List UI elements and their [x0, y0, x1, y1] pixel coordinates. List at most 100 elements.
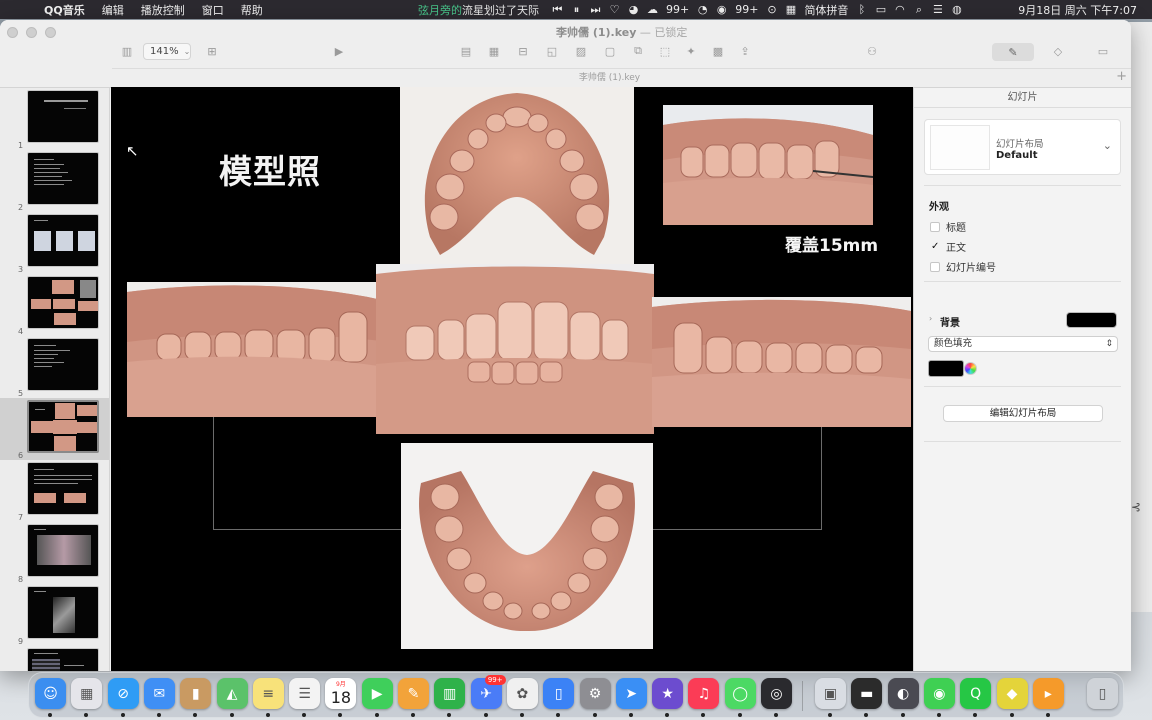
edit-slide-layout-button[interactable]: 编辑幻灯片布局 [943, 405, 1103, 422]
heart-icon[interactable]: ♡ [609, 3, 620, 16]
close-window-button[interactable] [7, 27, 18, 38]
qq-icon[interactable]: ◕ [628, 3, 639, 16]
share-icon[interactable]: ⇪ [738, 43, 752, 59]
keynote-icon[interactable]: ▯ [543, 678, 575, 717]
document-icon[interactable]: ▩ [711, 43, 725, 59]
facetime-icon[interactable]: ▶ [361, 678, 393, 717]
minimize-window-button[interactable] [26, 27, 37, 38]
control-center-icon[interactable]: ☰ [932, 3, 943, 16]
search-icon[interactable]: ⌕ [913, 3, 924, 17]
menu-clock[interactable]: 9月18日 周六 下午7:07 [1018, 2, 1137, 18]
document-panel-icon[interactable]: ▭ [1096, 43, 1110, 59]
format-brush-icon[interactable]: ✎ [992, 43, 1034, 61]
reminders-icon[interactable]: ☰ [289, 678, 321, 717]
wechat-status-icon[interactable]: ☁ [647, 3, 658, 16]
imovie-icon[interactable]: ★ [652, 678, 684, 717]
slide-thumb-5[interactable]: 5 [0, 336, 109, 398]
slide-number-checkbox[interactable]: 幻灯片编号 [930, 259, 996, 274]
calendar-icon[interactable]: 9月 18 [325, 678, 357, 717]
add-tab-icon[interactable]: + [1116, 68, 1127, 86]
terminal-icon[interactable]: ▬ [851, 678, 883, 717]
siri-icon[interactable]: ◍ [951, 3, 962, 16]
slide-thumb-9[interactable]: 9 [0, 584, 109, 646]
battery-icon[interactable]: ▭ [875, 3, 886, 16]
lark-icon[interactable]: ➤ [615, 678, 647, 717]
wechat-icon[interactable]: ◉ [923, 678, 955, 717]
fill-type-select[interactable]: 颜色填充 ⇕ [928, 336, 1118, 352]
slide-thumb-6[interactable]: 6 [0, 398, 109, 460]
left-lateral-photo[interactable] [127, 282, 391, 417]
trash-icon[interactable]: ▯ [1087, 678, 1118, 709]
slide-layout-picker[interactable]: 幻灯片布局 Default ⌄ [924, 119, 1121, 175]
clock-status-icon[interactable]: ◔ [697, 3, 708, 16]
input-method-icon[interactable]: ▦ [785, 3, 796, 16]
body-checkbox[interactable]: ✓ 正文 [930, 239, 966, 254]
checkbox-box[interactable] [930, 261, 940, 272]
color-wheel-icon[interactable] [964, 362, 977, 375]
right-lateral-photo[interactable] [652, 297, 911, 427]
menu-help[interactable]: 帮助 [241, 2, 263, 18]
table-icon[interactable]: ▤ [459, 43, 473, 59]
pages-icon[interactable]: ✎ [398, 678, 429, 717]
add-slide-icon[interactable]: ⊞ [205, 43, 219, 59]
slide-thumb-10[interactable]: 10 [0, 646, 109, 671]
finder-icon[interactable]: ☺ [35, 678, 66, 717]
iqiyi-icon[interactable]: Q [960, 678, 992, 717]
notes-icon[interactable]: ≡ [252, 678, 284, 717]
collaboration-icon[interactable]: ⚇ [865, 43, 879, 59]
menu-playback[interactable]: 播放控制 [141, 2, 185, 18]
pause-icon[interactable]: ⏸ [571, 3, 582, 17]
slide-canvas[interactable]: 模型照 ↖ 覆盖15mm [111, 87, 913, 671]
animate-disabled-icon[interactable]: ⬚ [658, 43, 672, 59]
slide-thumb-4[interactable]: 4 [0, 274, 109, 336]
music-icon[interactable]: ♫ [688, 678, 720, 717]
animate-icon[interactable]: ✦ [684, 43, 698, 59]
slide-title[interactable]: 模型照 [219, 145, 321, 193]
slide-thumb-8[interactable]: 8 [0, 522, 109, 584]
tencent-video-icon[interactable]: ▸ [1032, 678, 1064, 717]
right-lateral-closeup-photo[interactable] [663, 105, 873, 225]
system-preferences-icon[interactable]: ⚙ [579, 678, 611, 717]
slide-thumb-3[interactable]: 3 [0, 212, 109, 274]
upper-arch-photo[interactable] [400, 87, 634, 281]
maps-icon[interactable]: ◭ [216, 678, 248, 717]
overbite-label[interactable]: 覆盖15mm [785, 231, 878, 256]
next-track-icon[interactable]: ⏭ [590, 3, 601, 17]
lemon-icon[interactable]: ◆ [996, 678, 1028, 717]
comment-icon[interactable]: ▢ [603, 43, 617, 59]
chart-icon[interactable]: ▦ [487, 43, 501, 59]
title-checkbox[interactable]: 标题 [930, 219, 966, 234]
qq-status-icon[interactable]: ◉ [716, 3, 727, 16]
checkmark-icon[interactable]: ✓ [930, 241, 940, 252]
animate-panel-icon[interactable]: ◇ [1050, 43, 1066, 59]
tab-document[interactable]: 李帅儒 (1).key [112, 69, 1107, 87]
safari-icon[interactable]: ⊘ [107, 678, 139, 717]
zoom-select[interactable]: 141% ⌄ [143, 43, 191, 60]
record-icon[interactable]: ⊙ [766, 3, 777, 16]
collaborate-icon[interactable]: ⧉ [631, 43, 645, 59]
checkbox-box[interactable] [930, 221, 940, 232]
play-icon[interactable]: ▶ [332, 43, 346, 59]
launchpad-icon[interactable]: ▦ [71, 678, 103, 717]
background-color-well[interactable] [1066, 312, 1117, 328]
view-icon[interactable]: ▥ [120, 43, 134, 59]
bluetooth-icon[interactable]: ᛒ [856, 3, 867, 16]
zoom-window-button[interactable] [45, 27, 56, 38]
media-icon[interactable]: ▨ [574, 43, 588, 59]
menu-window[interactable]: 窗口 [202, 2, 224, 18]
photos-icon[interactable]: ✿ [506, 678, 538, 717]
contacts-icon[interactable]: ▮ [180, 678, 212, 717]
preview-icon[interactable]: ▣ [815, 678, 846, 717]
frontal-occlusion-photo[interactable] [376, 264, 654, 434]
numbers-icon[interactable]: ▥ [434, 678, 466, 717]
feishu-icon[interactable]: ✈ 99+ [470, 675, 506, 717]
obs-icon[interactable]: ◎ [761, 678, 792, 717]
slide-thumb-1[interactable]: 1 [0, 88, 109, 150]
slide-thumb-7[interactable]: 7 [0, 460, 109, 522]
disclosure-triangle-icon[interactable]: › [929, 314, 932, 323]
background-window-edge[interactable]: ⊰ [1128, 22, 1152, 612]
input-method-label[interactable]: 简体拼音 [804, 2, 848, 18]
wifi-icon[interactable]: ◠ [894, 3, 905, 16]
menu-edit[interactable]: 编辑 [102, 2, 124, 18]
text-icon[interactable]: ⊟ [516, 43, 530, 59]
